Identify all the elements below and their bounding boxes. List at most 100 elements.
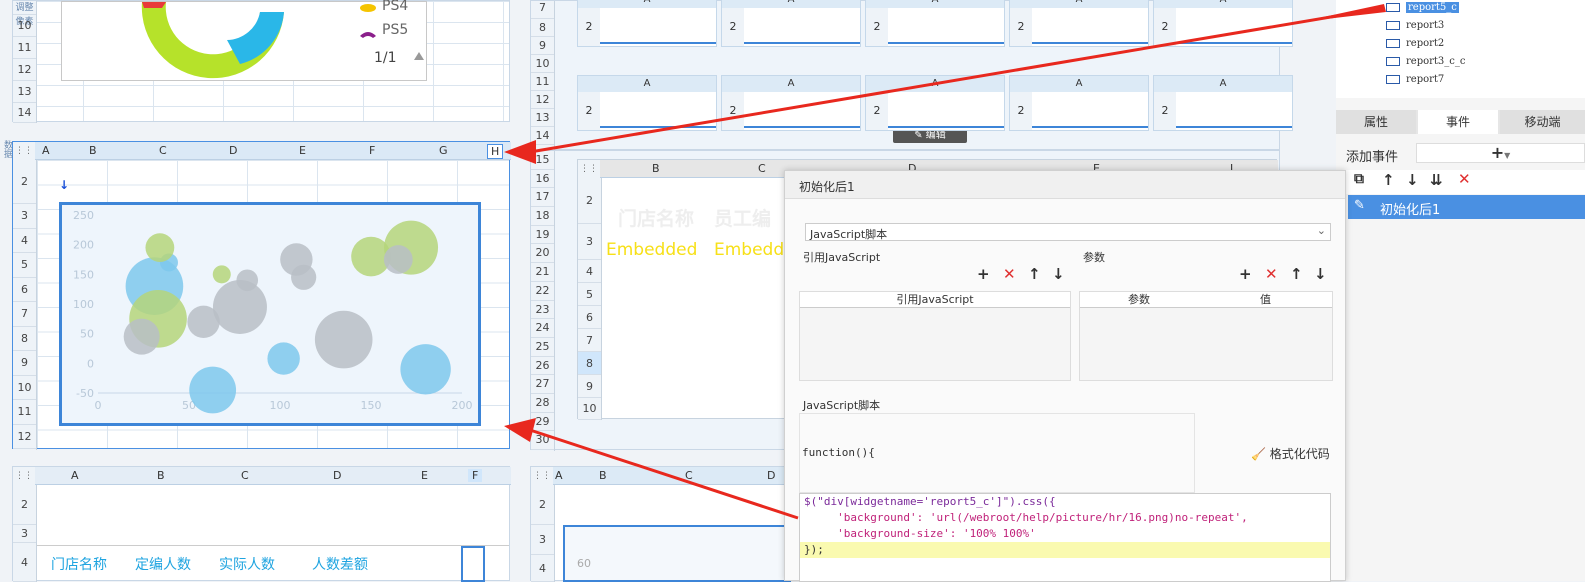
param-table[interactable]: 参数 值 xyxy=(1079,291,1333,381)
event-toolbar: ⧉ ↑ ↓ ⇊ ✕ xyxy=(1336,170,1585,194)
ref-delete-icon[interactable]: ✕ xyxy=(1003,265,1016,283)
bl-col-b: B xyxy=(157,469,165,482)
bl-col-f: F xyxy=(468,469,483,482)
mb-axis-value: 60 xyxy=(577,557,591,570)
move-bottom-icon[interactable]: ⇊ xyxy=(1430,171,1443,189)
bl-selected-cell[interactable] xyxy=(461,546,485,582)
param-col-value: 值 xyxy=(1260,293,1271,306)
scatter-chart-widget[interactable]: 250 200 150 100 50 0 -50 0 50 100 150 200 xyxy=(59,202,481,426)
mini-underline xyxy=(600,42,716,44)
header-diff: 人数差额 xyxy=(312,557,368,573)
tab-mobile[interactable]: 移动端 xyxy=(1500,110,1585,134)
mini-col-header: A xyxy=(1010,76,1148,92)
bubble-point[interactable] xyxy=(383,245,413,274)
rep-row-7: 7 xyxy=(578,329,601,352)
param-add-icon[interactable]: + xyxy=(1239,265,1252,283)
mini-col-header: A xyxy=(722,0,860,8)
ref-up-icon[interactable]: ↑ xyxy=(1028,265,1041,283)
move-down-icon[interactable]: ↓ xyxy=(1406,171,1419,189)
bubble-point[interactable] xyxy=(236,269,259,292)
code-line-4: }); xyxy=(800,542,1330,558)
y-tick-label: -50 xyxy=(76,387,94,400)
tree-item-label: report5_c xyxy=(1406,2,1459,13)
bubble-point[interactable] xyxy=(212,265,231,284)
edit-button[interactable]: ✎ 编辑 xyxy=(893,129,967,143)
middle-bottom-sheet: ⋮⋮ A B C D 2 3 4 60 xyxy=(530,466,791,582)
mb-row-header: 2 3 4 xyxy=(531,485,555,582)
script-type-select[interactable]: JavaScript脚本 ⌄ xyxy=(805,223,1331,241)
tab-properties[interactable]: 属性 xyxy=(1336,110,1416,134)
mini-report-4[interactable]: A2 xyxy=(1009,0,1149,47)
mini-col-header: A xyxy=(866,76,1004,92)
mid-row-20: 20 xyxy=(531,244,554,264)
mb-row-4: 4 xyxy=(531,555,554,582)
mid-row-7: 7 xyxy=(531,1,554,19)
bubble-point[interactable] xyxy=(400,344,451,395)
code-line-3: 'background-size': '100% 100%' xyxy=(804,527,1036,540)
widget-tree: report5_c report3 report2 report3_c_creport… xyxy=(1336,0,1585,98)
ref-js-table[interactable]: 引用JavaScript xyxy=(799,291,1071,381)
mb-chart-widget[interactable]: 60 xyxy=(563,525,791,582)
mini-row-number: 2 xyxy=(866,8,888,46)
tree-item-report3_c_c[interactable]: report3_c_c xyxy=(1386,56,1465,72)
script-section-label: JavaScript脚本 xyxy=(803,399,881,412)
tab-events[interactable]: 事件 xyxy=(1418,110,1498,134)
bubble-point[interactable] xyxy=(189,366,237,414)
chart-row-6: 6 xyxy=(13,278,36,302)
mb-col-b: B xyxy=(599,469,607,482)
code-line-2: 'background': 'url(/webroot/help/picture… xyxy=(804,511,1248,524)
mini-report-1[interactable]: A2 xyxy=(577,75,717,131)
col-b: B xyxy=(89,144,97,157)
copy-icon[interactable]: ⧉ xyxy=(1354,171,1364,187)
move-up-icon[interactable]: ↑ xyxy=(1382,171,1395,189)
rep-row-5: 5 xyxy=(578,283,601,306)
legend-ps5 xyxy=(360,32,376,38)
ref-add-icon[interactable]: + xyxy=(977,265,990,283)
mini-report-1[interactable]: A2 xyxy=(577,0,717,47)
report-widget-icon xyxy=(1386,3,1400,12)
code-editor[interactable]: $("div[widgetname='report5_c']").css({ '… xyxy=(799,493,1331,582)
chart-row-8: 8 xyxy=(13,327,36,351)
mb-corner: ⋮⋮ xyxy=(531,467,553,485)
bubble-point[interactable] xyxy=(145,233,175,263)
param-up-icon[interactable]: ↑ xyxy=(1290,265,1303,283)
mini-col-header: A xyxy=(578,0,716,8)
anchor-arrow-icon: ↓ xyxy=(59,178,70,192)
bl-col-header: A B C D E F xyxy=(35,467,511,485)
mini-report-5[interactable]: A2 xyxy=(1153,0,1293,47)
tree-item-report7[interactable]: report7 xyxy=(1386,74,1444,90)
chart-row-3: 3 xyxy=(13,204,36,229)
mini-report-5[interactable]: A2 xyxy=(1153,75,1293,131)
ref-down-icon[interactable]: ↓ xyxy=(1052,265,1065,283)
pie-chart-frame[interactable]: PS4 PS5 1/1 xyxy=(61,0,427,81)
format-code-button[interactable]: 🧹 格式化代码 xyxy=(1251,445,1330,462)
dialog-title-bar[interactable]: 初始化后1 xyxy=(785,171,1345,199)
bubble-point[interactable] xyxy=(123,318,160,355)
mini-row-number: 2 xyxy=(578,92,600,130)
mini-report-2[interactable]: A2 xyxy=(721,75,861,131)
delete-icon[interactable]: ✕ xyxy=(1458,170,1471,188)
legend-ps5-label: PS5 xyxy=(382,22,409,38)
event-list-item[interactable]: ✎ 初始化后1 xyxy=(1348,195,1585,219)
bubble-point[interactable] xyxy=(267,342,300,375)
bl-row-3: 3 xyxy=(13,525,36,543)
mid-row-25: 25 xyxy=(531,338,554,357)
tree-item-report2[interactable]: report2 xyxy=(1386,38,1444,54)
mini-report-3[interactable]: A2 xyxy=(865,75,1005,131)
param-down-icon[interactable]: ↓ xyxy=(1314,265,1327,283)
chart-sheet[interactable]: ⋮⋮ 数据 A B C D E F G H 2 3 4 5 6 7 8 9 10 11 12 ↓ 2… xyxy=(2,140,511,450)
edit-pencil-icon: ✎ xyxy=(1354,198,1365,213)
col-d: D xyxy=(229,144,238,157)
param-delete-icon[interactable]: ✕ xyxy=(1265,265,1278,283)
mini-row-number: 2 xyxy=(578,8,600,46)
legend-pager[interactable]: 1/1 xyxy=(374,50,397,66)
mini-report-2[interactable]: A2 xyxy=(721,0,861,47)
tree-item-report5_c[interactable]: report5_c xyxy=(1386,2,1459,18)
bubble-point[interactable] xyxy=(291,264,317,290)
tree-item-label: report3 xyxy=(1406,20,1445,31)
add-event-button[interactable]: +▼ xyxy=(1416,143,1585,163)
bubble-point[interactable] xyxy=(314,310,373,369)
tree-item-report3[interactable]: report3 xyxy=(1386,20,1444,36)
mini-report-4[interactable]: A2 xyxy=(1009,75,1149,131)
mini-report-3[interactable]: A2 xyxy=(865,0,1005,47)
